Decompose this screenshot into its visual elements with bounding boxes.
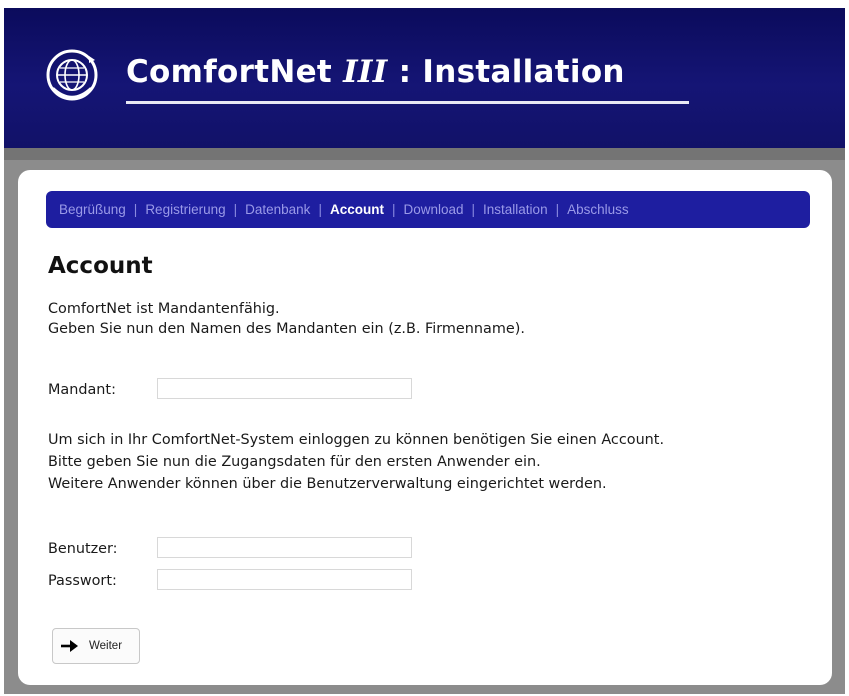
app-frame: ComfortNet III : Installation Begrüßung … [4, 8, 845, 694]
nav-separator: | [133, 202, 138, 217]
title-italic: III [343, 54, 388, 90]
user-input[interactable] [157, 537, 412, 558]
user-label: Benutzer: [48, 541, 118, 557]
globe-icon [46, 49, 98, 101]
title-underline [126, 101, 689, 104]
nav-separator: | [233, 202, 238, 217]
nav-separator: | [471, 202, 476, 217]
account-text-line1: Um sich in Ihr ComfortNet-System einlogg… [48, 432, 665, 448]
page-heading: Account [48, 253, 153, 279]
nav-separator: | [555, 202, 560, 217]
title-part2: : Installation [387, 54, 625, 90]
intro-text-line1: ComfortNet ist Mandantenfähig. [48, 301, 280, 317]
mandant-input[interactable] [157, 378, 412, 399]
nav-step-datenbank[interactable]: Datenbank [245, 202, 310, 217]
intro-text-line2: Geben Sie nun den Namen des Mandanten ei… [48, 321, 525, 337]
nav-separator: | [391, 202, 396, 217]
app-title: ComfortNet III : Installation [126, 54, 625, 90]
nav-step-begruessung[interactable]: Begrüßung [59, 202, 126, 217]
mandant-label: Mandant: [48, 382, 116, 398]
account-text-line2: Bitte geben Sie nun die Zugangsdaten für… [48, 454, 541, 470]
content-panel: Begrüßung | Registrierung | Datenbank | … [18, 170, 832, 685]
nav-step-installation[interactable]: Installation [483, 202, 548, 217]
nav-step-download[interactable]: Download [403, 202, 463, 217]
nav-step-account[interactable]: Account [330, 202, 384, 217]
next-button[interactable]: Weiter [52, 628, 140, 664]
title-part1: ComfortNet [126, 54, 344, 90]
header-band [4, 148, 845, 160]
password-input[interactable] [157, 569, 412, 590]
nav-separator: | [318, 202, 322, 217]
nav-step-registrierung[interactable]: Registrierung [145, 202, 225, 217]
account-text-line3: Weitere Anwender können über die Benutze… [48, 476, 607, 492]
nav-step-abschluss[interactable]: Abschluss [567, 202, 629, 217]
password-label: Passwort: [48, 573, 117, 589]
header: ComfortNet III : Installation [4, 8, 845, 148]
next-button-label: Weiter [89, 640, 123, 652]
step-navigation: Begrüßung | Registrierung | Datenbank | … [46, 191, 810, 228]
arrow-right-icon [61, 640, 78, 652]
